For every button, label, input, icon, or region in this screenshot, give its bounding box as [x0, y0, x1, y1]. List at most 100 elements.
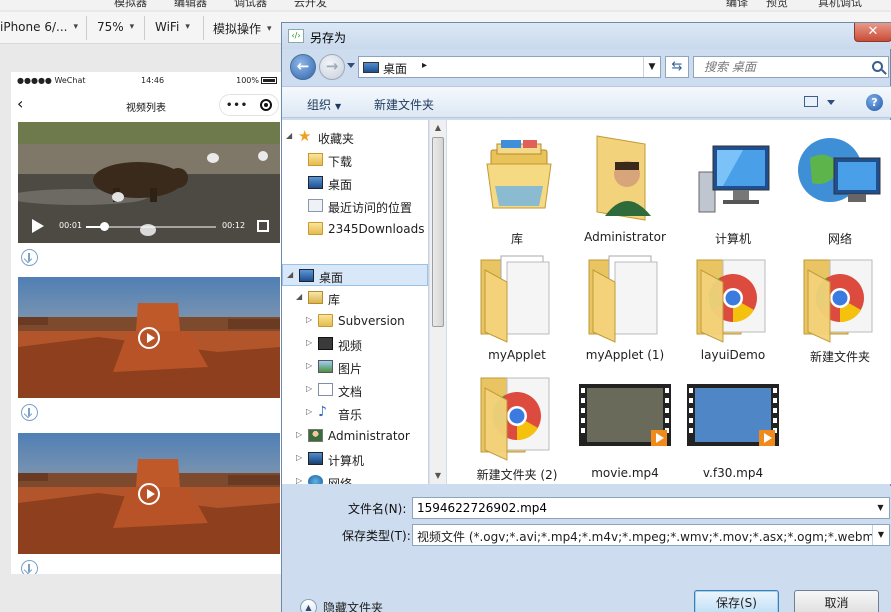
video-player[interactable]: 00:01 00:12: [18, 122, 280, 243]
menu-simulator[interactable]: 模拟器: [114, 0, 147, 10]
video-player[interactable]: [18, 433, 280, 554]
file-item[interactable]: myApplet (1): [575, 246, 675, 364]
file-item-label: 新建文件夹 (2): [476, 468, 558, 482]
file-item[interactable]: 库: [467, 128, 567, 246]
nav-item[interactable]: ▷ 图片: [282, 356, 428, 378]
expand-arrow-icon[interactable]: ▷: [296, 453, 302, 462]
menu-editor[interactable]: 编辑器: [174, 0, 207, 10]
file-item[interactable]: Administrator: [575, 128, 675, 246]
scroll-thumb[interactable]: [432, 137, 444, 327]
file-item[interactable]: 网络: [790, 128, 890, 246]
network-select[interactable]: WiFi ▾: [155, 20, 190, 34]
nav-item[interactable]: ▷ ♪ 音乐: [282, 402, 428, 424]
menu-compile[interactable]: 编译: [726, 0, 748, 10]
file-item[interactable]: myApplet: [467, 246, 567, 364]
address-dropdown-icon[interactable]: ▼: [643, 57, 660, 77]
help-icon[interactable]: ?: [866, 94, 883, 111]
recent-locations-dropdown[interactable]: [347, 63, 355, 68]
menu-preview[interactable]: 预览: [766, 0, 788, 10]
breadcrumb-arrow-icon[interactable]: ▸: [422, 60, 427, 71]
scroll-up-icon[interactable]: ▲: [430, 120, 446, 136]
close-capsule-icon[interactable]: [260, 99, 273, 111]
forward-button[interactable]: →: [319, 54, 345, 80]
expand-arrow-icon[interactable]: ▷: [296, 476, 302, 484]
video-duration: 00:12: [222, 221, 246, 230]
view-dropdown-icon[interactable]: [827, 100, 835, 105]
filename-dropdown-icon[interactable]: ▼: [872, 498, 889, 518]
file-item[interactable]: movie.mp4: [575, 364, 675, 482]
filetype-dropdown-icon[interactable]: ▼: [872, 525, 889, 545]
expand-arrow-icon[interactable]: ▷: [306, 407, 312, 416]
desktop-icon: [363, 62, 379, 73]
play-icon[interactable]: [32, 219, 44, 233]
nav-item-label: 桌面: [328, 178, 353, 192]
nav-item-label: 音乐: [338, 408, 363, 422]
menu-cloud[interactable]: 云开发: [294, 0, 327, 10]
dialog-title-bar[interactable]: ‹/› 另存为 ✕: [282, 23, 891, 49]
nav-item[interactable]: 桌面: [282, 172, 428, 194]
nav-item[interactable]: 2345Downloads: [282, 218, 428, 240]
device-select[interactable]: iPhone 6/... ▾: [0, 20, 78, 34]
new-folder-button[interactable]: 新建文件夹: [374, 96, 434, 113]
view-options-icon[interactable]: [804, 96, 818, 107]
filename-label: 文件名(N):: [348, 502, 407, 516]
nav-item-label: 收藏夹: [318, 132, 355, 146]
expand-arrow-icon[interactable]: ◢: [286, 131, 292, 140]
search-icon[interactable]: [872, 61, 883, 72]
file-item[interactable]: 新建文件夹 (2): [467, 364, 567, 482]
expand-arrow-icon[interactable]: ▷: [296, 430, 302, 439]
cancel-button[interactable]: 取消: [794, 590, 879, 612]
nav-item[interactable]: ▷ 网络: [282, 471, 428, 484]
back-button[interactable]: ←: [290, 54, 316, 80]
simulate-action-select[interactable]: 模拟操作 ▾: [213, 20, 272, 37]
file-item[interactable]: v.f30.mp4: [683, 364, 783, 482]
file-item[interactable]: 计算机: [683, 128, 783, 246]
fullscreen-icon[interactable]: [257, 220, 269, 232]
play-icon[interactable]: [138, 327, 160, 349]
expand-arrow-icon[interactable]: ▷: [306, 384, 312, 393]
progress-knob[interactable]: [100, 222, 110, 231]
filename-input[interactable]: [413, 498, 868, 518]
hide-folders-toggle[interactable]: ▲ 隐藏文件夹: [300, 599, 383, 612]
file-item-label: 网络: [827, 232, 852, 246]
expand-arrow-icon[interactable]: ▷: [306, 361, 312, 370]
menu-debugger[interactable]: 调试器: [234, 0, 267, 10]
video-player[interactable]: [18, 277, 280, 398]
divider: [86, 16, 87, 40]
download-icon[interactable]: [21, 560, 38, 574]
scroll-down-icon[interactable]: ▼: [430, 468, 446, 484]
breadcrumb[interactable]: 桌面: [383, 60, 407, 77]
close-button[interactable]: ✕: [854, 23, 891, 42]
nav-item[interactable]: ◢ 库: [282, 287, 428, 309]
nav-item[interactable]: ◢ 桌面: [282, 264, 428, 286]
nav-item[interactable]: ▷ 计算机: [282, 448, 428, 470]
file-item[interactable]: layuiDemo: [683, 246, 783, 364]
download-icon[interactable]: [21, 249, 38, 266]
navigation-scrollbar[interactable]: ▲ ▼: [429, 120, 446, 484]
organize-button[interactable]: 组织 ▼: [307, 96, 341, 113]
navigation-pane: ◢ ★ 收藏夹下载桌面最近访问的位置 2345Downloads ◢ 桌面 ◢ 库 ▷ Subve…: [282, 120, 429, 484]
star-icon: ★: [298, 127, 312, 145]
nav-item[interactable]: ▷ Administrator: [282, 425, 428, 447]
filetype-select[interactable]: 视频文件 (*.ogv;*.avi;*.mp4;*.m4v;*.mpeg;*.w…: [412, 524, 890, 546]
refresh-button[interactable]: ⇆: [665, 56, 689, 78]
nav-item[interactable]: ◢ ★ 收藏夹: [282, 126, 428, 148]
nav-item[interactable]: 最近访问的位置: [282, 195, 428, 217]
file-item[interactable]: 新建文件夹: [790, 246, 890, 364]
nav-item[interactable]: 下载: [282, 149, 428, 171]
expand-arrow-icon[interactable]: ▷: [306, 338, 312, 347]
play-icon[interactable]: [138, 483, 160, 505]
nav-item[interactable]: ▷ 文档: [282, 379, 428, 401]
search-input[interactable]: [694, 57, 864, 77]
more-dots-icon[interactable]: •••: [226, 100, 248, 111]
expand-arrow-icon[interactable]: ▷: [306, 315, 312, 324]
expand-arrow-icon[interactable]: ◢: [296, 292, 302, 301]
expand-arrow-icon[interactable]: ◢: [287, 270, 293, 279]
nav-item[interactable]: ▷ Subversion: [282, 310, 428, 332]
nav-item[interactable]: ▷ 视频: [282, 333, 428, 355]
menu-remote-debug[interactable]: 真机调试: [818, 0, 862, 10]
download-icon[interactable]: [21, 404, 38, 421]
zoom-select[interactable]: 75% ▾: [97, 20, 134, 34]
save-button[interactable]: 保存(S): [694, 590, 779, 612]
address-bar[interactable]: 桌面 ▸ ▼: [358, 56, 661, 78]
